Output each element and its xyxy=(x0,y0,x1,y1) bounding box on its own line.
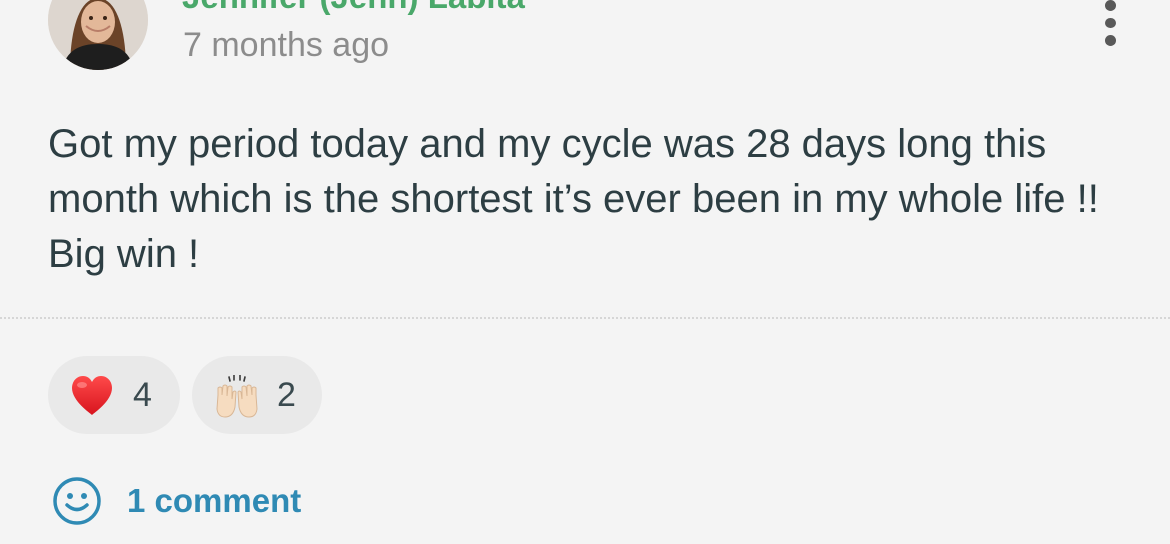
red-heart-emoji-icon xyxy=(70,375,114,417)
vertical-ellipsis-dot xyxy=(1104,17,1116,29)
author-avatar[interactable] xyxy=(48,0,148,70)
raising-hands-emoji-icon xyxy=(214,375,258,418)
profile-photo-icon xyxy=(48,0,148,70)
post-timestamp: 7 months ago xyxy=(183,26,390,64)
more-options-button[interactable] xyxy=(1092,0,1128,47)
comments-link[interactable]: 1 comment xyxy=(127,482,301,520)
author-name[interactable]: Jennifer (Jenn) Labita xyxy=(182,0,525,16)
vertical-ellipsis-icon xyxy=(1104,0,1116,11)
reaction-raising-hands-button[interactable]: 2 xyxy=(192,356,322,434)
smiley-face-icon[interactable] xyxy=(52,476,102,526)
post-body: Got my period today and my cycle was 28 … xyxy=(48,122,1099,276)
vertical-ellipsis-dot xyxy=(1104,35,1116,47)
reaction-count: 2 xyxy=(277,376,296,414)
divider xyxy=(0,317,1170,319)
reaction-heart-button[interactable]: 4 xyxy=(48,356,180,434)
reaction-count: 4 xyxy=(133,376,152,414)
